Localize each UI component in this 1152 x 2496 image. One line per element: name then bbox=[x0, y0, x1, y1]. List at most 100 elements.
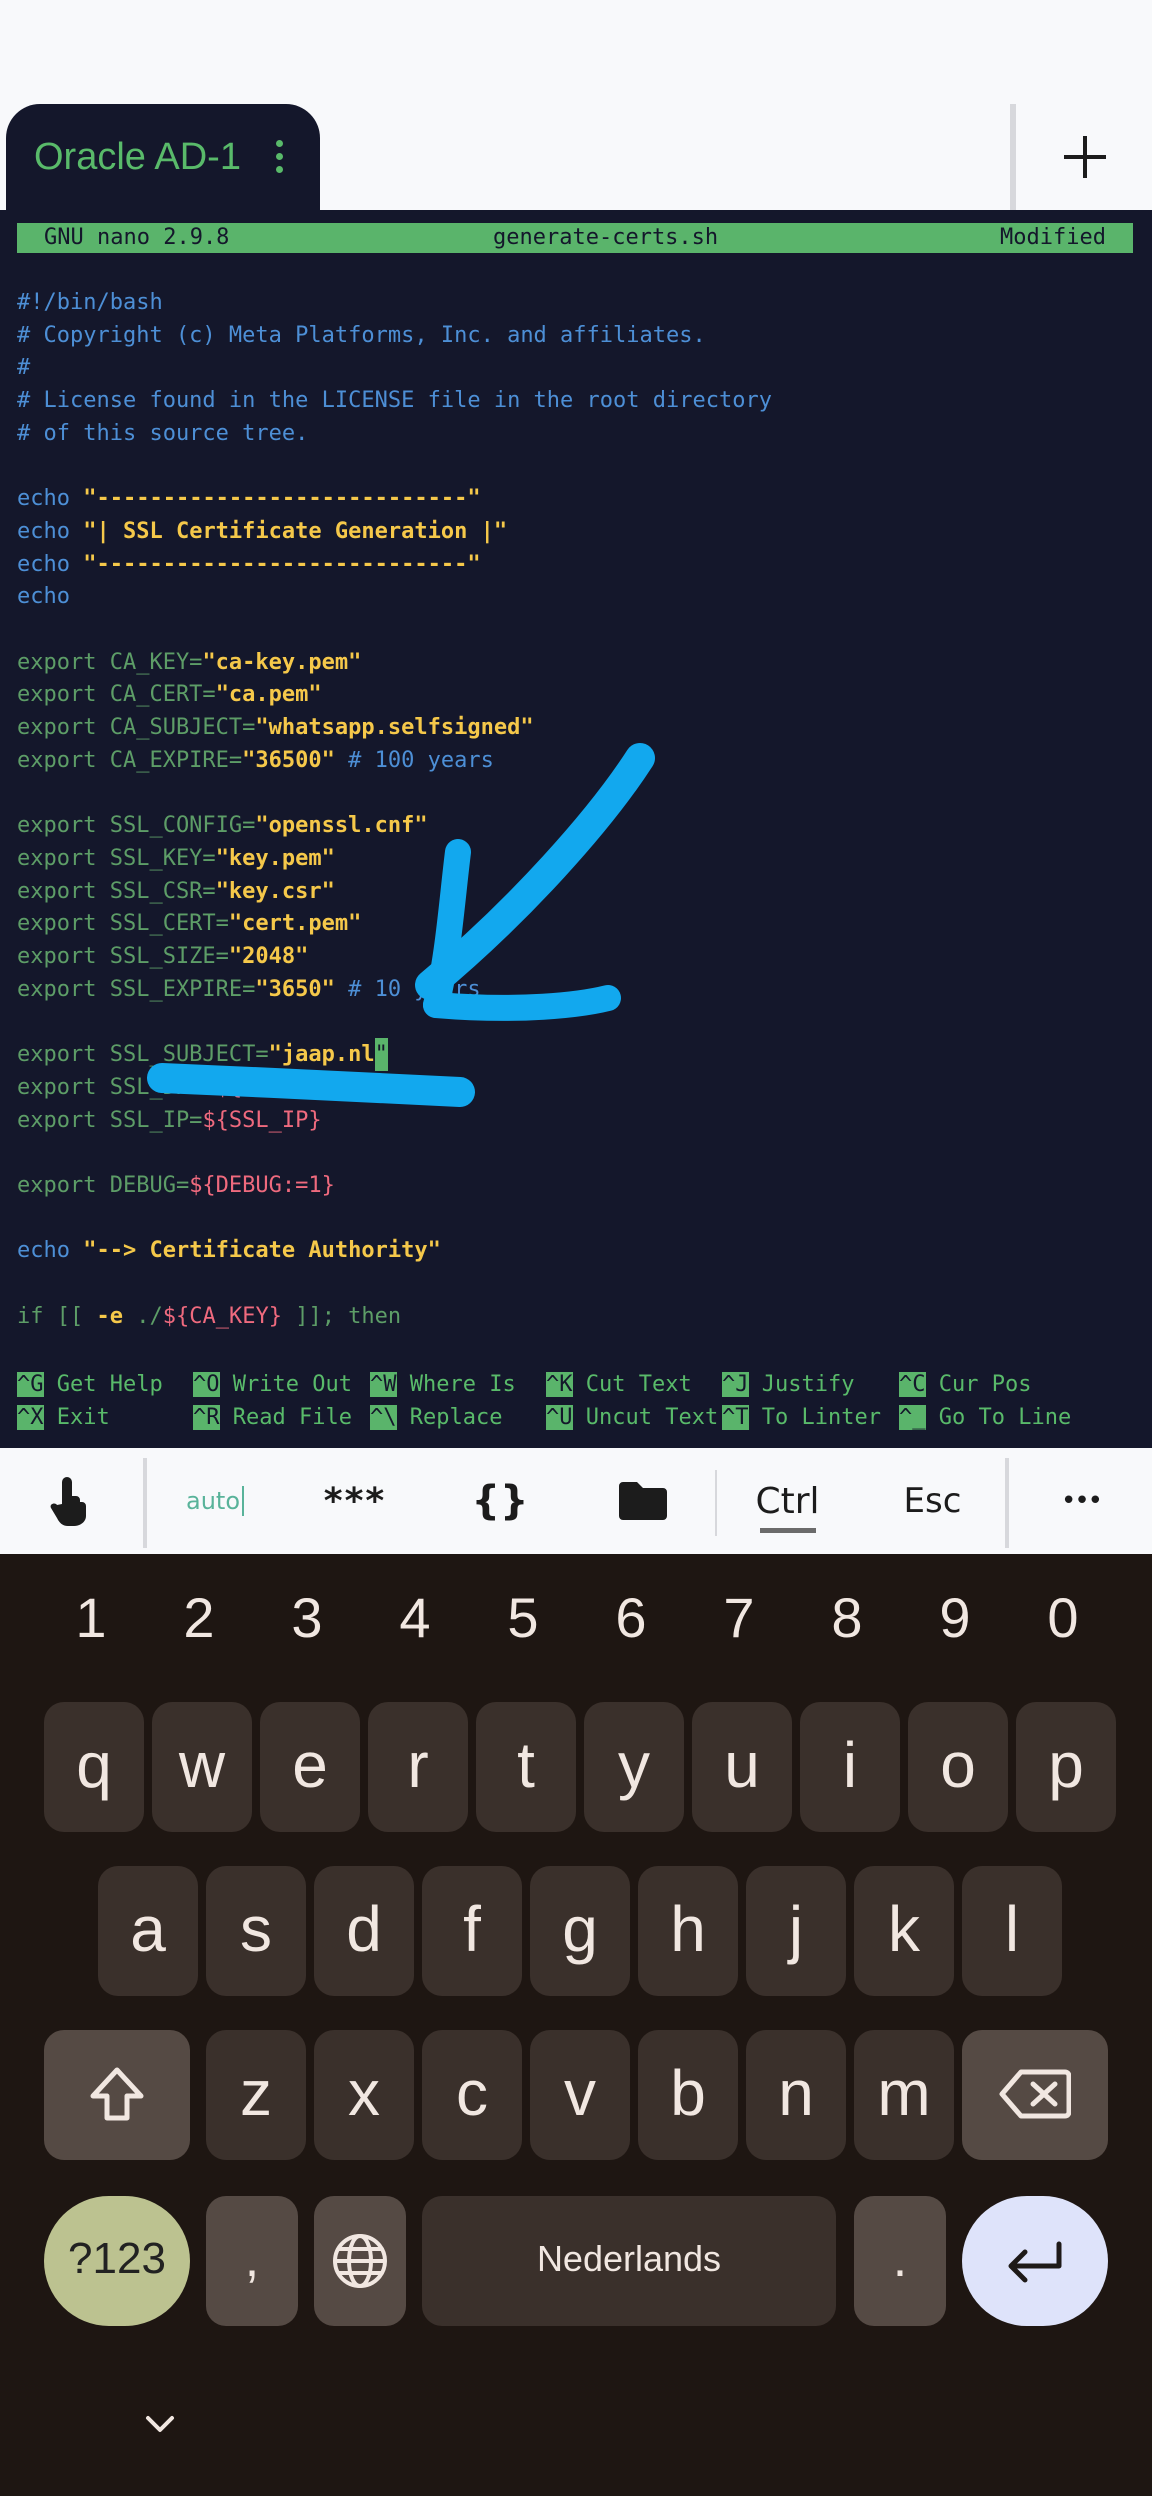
code-line: export CA_KEY="ca-key.pem" bbox=[17, 646, 361, 679]
shortcut-key: ^W bbox=[370, 1372, 397, 1397]
letter-key[interactable]: y bbox=[584, 1702, 684, 1832]
new-tab-plus-icon[interactable] bbox=[1062, 134, 1108, 180]
nano-title-bar: GNU nano 2.9.8 generate-certs.sh Modifie… bbox=[17, 223, 1133, 253]
braces-button[interactable]: {} bbox=[430, 1448, 570, 1554]
code-line: # bbox=[17, 351, 30, 384]
code-token: -e bbox=[96, 1303, 123, 1329]
number-key[interactable]: 2 bbox=[143, 1578, 255, 1658]
code-token: # Copyright (c) Meta Platforms, Inc. and… bbox=[17, 322, 706, 348]
number-key[interactable]: 5 bbox=[467, 1578, 579, 1658]
letter-key[interactable]: i bbox=[800, 1702, 900, 1832]
extra-keys-divider bbox=[715, 1470, 717, 1536]
backspace-key[interactable] bbox=[962, 2030, 1108, 2160]
number-key[interactable]: 9 bbox=[899, 1578, 1011, 1658]
shift-key[interactable] bbox=[44, 2030, 190, 2160]
letter-key[interactable]: f bbox=[422, 1866, 522, 1996]
autocomplete-label: auto bbox=[185, 1487, 240, 1515]
code-token: echo bbox=[17, 584, 70, 610]
nano-shortcut: ^W Where Is bbox=[370, 1370, 516, 1400]
letter-key[interactable]: p bbox=[1016, 1702, 1116, 1832]
code-line: # Copyright (c) Meta Platforms, Inc. and… bbox=[17, 319, 706, 352]
comma-key[interactable]: , bbox=[206, 2196, 298, 2326]
nano-shortcut: ^U Uncut Text bbox=[546, 1403, 718, 1433]
code-line: echo bbox=[17, 580, 70, 613]
enter-key[interactable] bbox=[962, 2196, 1108, 2326]
code-line: #!/bin/bash bbox=[17, 286, 163, 319]
tab-separator bbox=[1010, 104, 1016, 210]
ctrl-key[interactable]: Ctrl bbox=[720, 1448, 855, 1554]
code-token: #!/bin/bash bbox=[17, 290, 163, 315]
letter-key[interactable]: u bbox=[692, 1702, 792, 1832]
code-token: "ca-key.pem" bbox=[202, 649, 362, 675]
number-key[interactable]: 7 bbox=[683, 1578, 795, 1658]
shortcut-label: Uncut Text bbox=[585, 1405, 719, 1430]
esc-key[interactable]: Esc bbox=[865, 1448, 1000, 1554]
chevron-down-icon[interactable] bbox=[142, 2410, 178, 2440]
password-button[interactable]: *** bbox=[285, 1448, 425, 1554]
number-key[interactable]: 3 bbox=[251, 1578, 363, 1658]
letter-key[interactable]: n bbox=[746, 2030, 846, 2160]
code-token: export DEBUG= bbox=[17, 1172, 190, 1198]
letter-key[interactable]: a bbox=[98, 1866, 198, 1996]
shortcut-label: Cur Pos bbox=[938, 1372, 1032, 1397]
period-key[interactable]: . bbox=[854, 2196, 946, 2326]
number-key[interactable]: 1 bbox=[35, 1578, 147, 1658]
code-line: if [[ -e ./${CA_KEY} ]]; then bbox=[17, 1300, 401, 1333]
shortcut-key: ^U bbox=[546, 1405, 573, 1430]
number-key[interactable]: 0 bbox=[1007, 1578, 1119, 1658]
shortcut-key: ^J bbox=[722, 1372, 749, 1397]
code-token: echo bbox=[17, 1238, 84, 1264]
space-bar[interactable]: Nederlands bbox=[422, 2196, 836, 2326]
letter-key[interactable]: w bbox=[152, 1702, 252, 1832]
globe-key[interactable] bbox=[314, 2196, 406, 2326]
letter-key[interactable]: v bbox=[530, 2030, 630, 2160]
touch-mode-icon[interactable] bbox=[0, 1448, 140, 1554]
letter-key[interactable]: c bbox=[422, 2030, 522, 2160]
shortcut-key: ^T bbox=[722, 1405, 749, 1430]
number-key[interactable]: 4 bbox=[359, 1578, 471, 1658]
shortcut-key: ^_ bbox=[899, 1405, 926, 1430]
letter-key[interactable]: s bbox=[206, 1866, 306, 1996]
letter-key[interactable]: t bbox=[476, 1702, 576, 1832]
letter-key[interactable]: d bbox=[314, 1866, 414, 1996]
ctrl-active-indicator bbox=[760, 1528, 816, 1533]
letter-key[interactable]: k bbox=[854, 1866, 954, 1996]
number-key[interactable]: 6 bbox=[575, 1578, 687, 1658]
letter-key[interactable]: l bbox=[962, 1866, 1062, 1996]
letter-key[interactable]: z bbox=[206, 2030, 306, 2160]
code-line: # License found in the LICENSE file in t… bbox=[17, 384, 772, 417]
letter-key[interactable]: g bbox=[530, 1866, 630, 1996]
shortcut-label: Replace bbox=[409, 1405, 503, 1430]
nano-shortcut: ^K Cut Text bbox=[546, 1370, 692, 1400]
nano-shortcut: ^T To Linter bbox=[722, 1403, 881, 1433]
letter-key[interactable]: o bbox=[908, 1702, 1008, 1832]
code-token: ${CA_KEY} bbox=[162, 1303, 282, 1329]
tab-menu-icon[interactable] bbox=[272, 140, 286, 176]
code-token: "--> Certificate Authority" bbox=[83, 1238, 441, 1264]
letter-key[interactable]: r bbox=[368, 1702, 468, 1832]
code-line: # of this source tree. bbox=[17, 417, 308, 450]
letter-key[interactable]: x bbox=[314, 2030, 414, 2160]
code-token: "| SSL Certificate Generation |" bbox=[83, 518, 508, 544]
letter-key[interactable]: j bbox=[746, 1866, 846, 1996]
code-token: ./ bbox=[122, 1303, 163, 1329]
code-token: echo bbox=[17, 518, 84, 544]
code-line: export DEBUG=${DEBUG:=1} bbox=[17, 1169, 335, 1202]
code-token: echo bbox=[17, 486, 84, 512]
code-token: # bbox=[17, 355, 31, 381]
shortcut-key: ^G bbox=[17, 1372, 44, 1397]
code-line: echo "----------------------------" bbox=[17, 548, 481, 581]
letter-key[interactable]: m bbox=[854, 2030, 954, 2160]
folder-icon[interactable] bbox=[575, 1448, 710, 1554]
number-key[interactable]: 8 bbox=[791, 1578, 903, 1658]
session-tab-title[interactable]: Oracle AD-1 bbox=[34, 136, 241, 179]
symbols-key[interactable]: ?123 bbox=[44, 2196, 190, 2326]
letter-key[interactable]: e bbox=[260, 1702, 360, 1832]
more-options-button[interactable]: ••• bbox=[1010, 1448, 1152, 1554]
letter-key[interactable]: h bbox=[638, 1866, 738, 1996]
shortcut-key: ^K bbox=[546, 1372, 573, 1397]
letter-key[interactable]: b bbox=[638, 2030, 738, 2160]
extra-keys-divider bbox=[143, 1458, 147, 1548]
letter-key[interactable]: q bbox=[44, 1702, 144, 1832]
autocomplete-button[interactable]: auto bbox=[150, 1448, 280, 1554]
